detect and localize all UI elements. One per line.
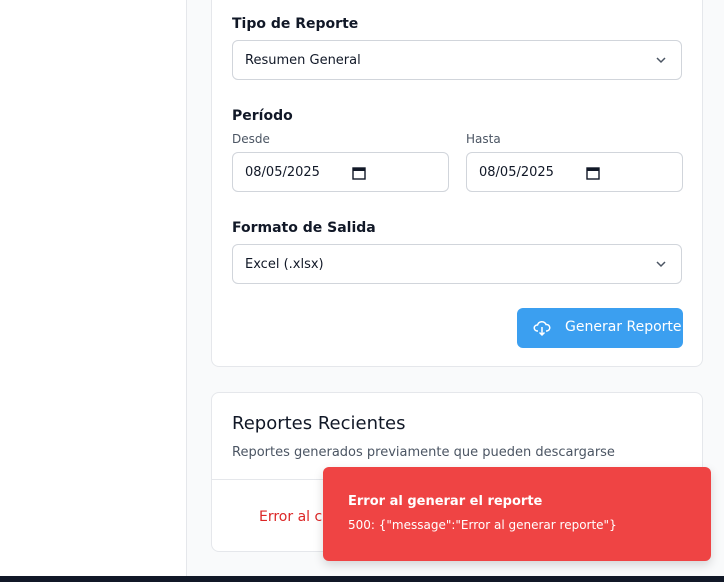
report-form-card: Tipo de Reporte Resumen General Período … <box>211 0 703 367</box>
chevron-down-icon <box>656 261 666 268</box>
report-type-select[interactable]: Resumen General <box>232 40 682 80</box>
period-label: Período <box>232 108 293 124</box>
recent-reports-subtitle: Reportes generados previamente que puede… <box>232 445 615 460</box>
calendar-icon[interactable] <box>352 166 366 180</box>
from-date-value: 08/05/2025 <box>245 164 320 180</box>
output-format-label: Formato de Salida <box>232 220 376 236</box>
from-date-input[interactable]: 08/05/2025 <box>232 152 449 192</box>
bottom-bar <box>0 576 724 582</box>
toast-title: Error al generar el reporte <box>348 494 543 509</box>
to-date-value: 08/05/2025 <box>479 164 554 180</box>
recent-reports-title: Reportes Recientes <box>232 413 406 434</box>
report-type-label: Tipo de Reporte <box>232 16 359 32</box>
to-label: Hasta <box>466 132 501 146</box>
from-label: Desde <box>232 132 270 146</box>
generate-report-label: Generar Reporte <box>565 319 682 335</box>
calendar-icon[interactable] <box>586 166 600 180</box>
generate-report-button[interactable]: Generar Reporte <box>517 308 683 348</box>
output-format-select[interactable]: Excel (.xlsx) <box>232 244 682 284</box>
output-format-value: Excel (.xlsx) <box>245 256 324 272</box>
cloud-download-icon <box>533 320 551 337</box>
error-toast[interactable]: Error al generar el reporte 500: {"messa… <box>323 467 711 561</box>
sidebar <box>0 0 187 576</box>
report-type-value: Resumen General <box>245 52 361 68</box>
chevron-down-icon <box>656 57 666 64</box>
to-date-input[interactable]: 08/05/2025 <box>466 152 683 192</box>
toast-message: 500: {"message":"Error al generar report… <box>348 518 617 532</box>
